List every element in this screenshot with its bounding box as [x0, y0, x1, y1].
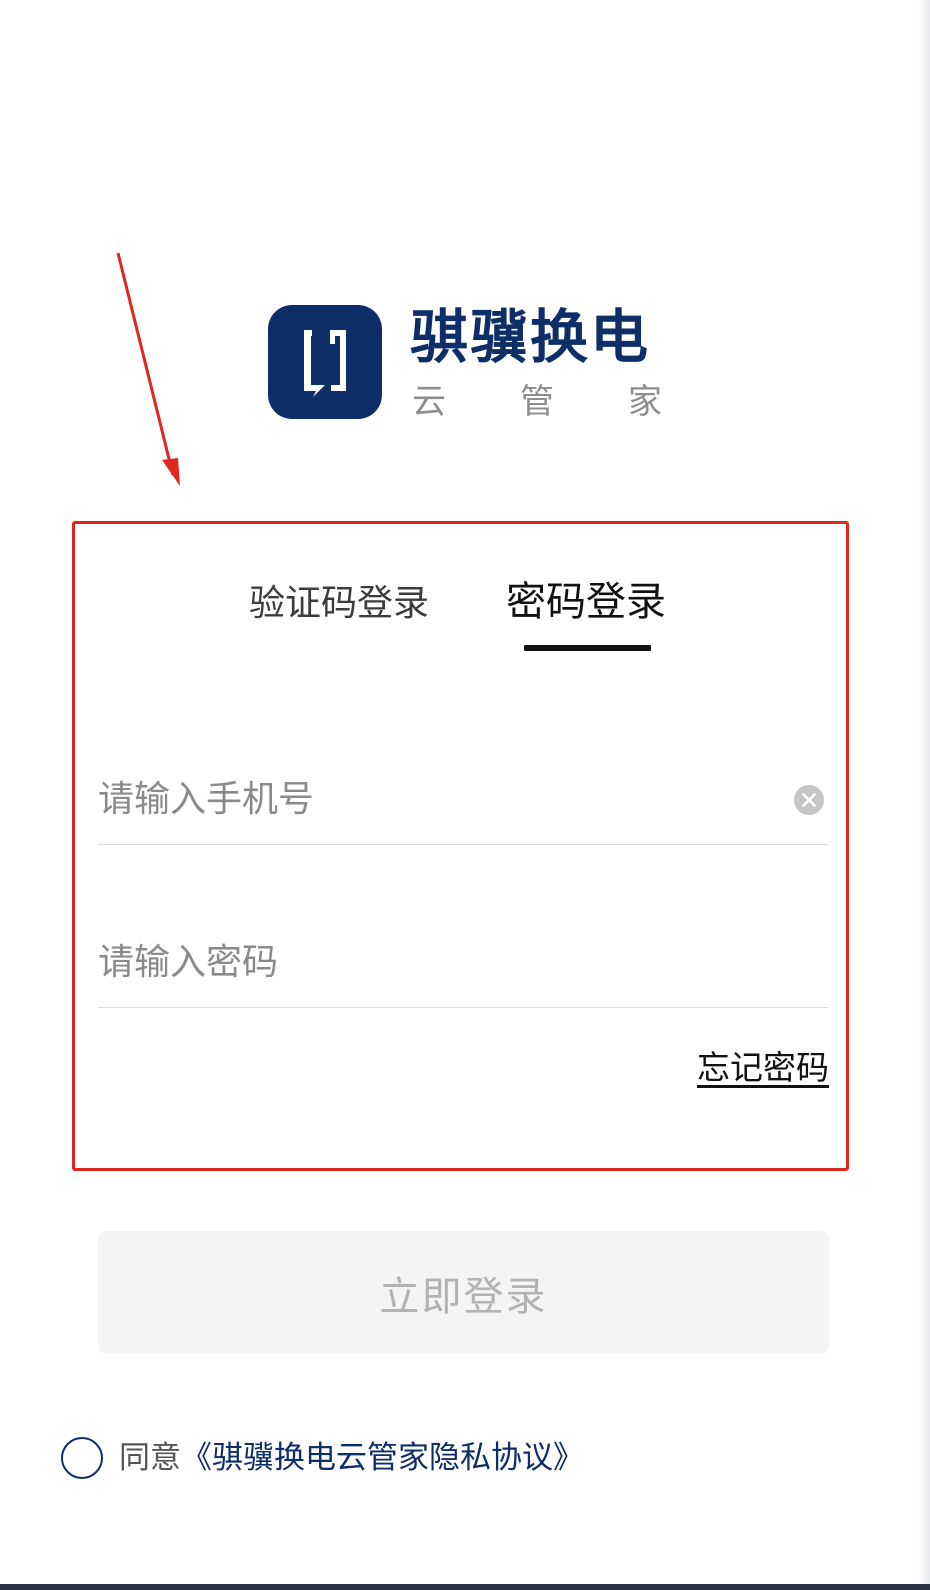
- phone-input[interactable]: [98, 755, 758, 843]
- app-logo-icon: [268, 305, 382, 419]
- password-input[interactable]: [98, 918, 758, 1006]
- forgot-password-link[interactable]: 忘记密码: [697, 1045, 829, 1091]
- login-page: 骐骥换电 云 管 家 验证码登录 密码登录 忘记密码 立即登录 同意《骐骥换电云…: [0, 0, 930, 1590]
- password-field-row: [98, 918, 829, 1008]
- window-bottom-edge: [0, 1584, 930, 1590]
- active-tab-indicator: [524, 645, 651, 651]
- agreement-text: 同意《骐骥换电云管家隐私协议》: [119, 1436, 584, 1480]
- phone-field-row: [98, 755, 829, 845]
- agreement-checkbox[interactable]: [61, 1437, 103, 1479]
- login-button[interactable]: 立即登录: [98, 1231, 829, 1354]
- tab-password-login[interactable]: 密码登录: [506, 576, 666, 628]
- agreement-prefix: 同意: [119, 1440, 181, 1476]
- window-edge: [918, 0, 930, 1590]
- close-circle-icon[interactable]: [793, 784, 825, 816]
- annotation-arrow-icon: [116, 252, 180, 486]
- brand-subtitle-char: 家: [628, 382, 662, 422]
- privacy-policy-link[interactable]: 《骐骥换电云管家隐私协议》: [181, 1440, 584, 1476]
- brand-subtitle: 云 管 家: [412, 380, 662, 424]
- brand-name: 骐骥换电: [410, 303, 651, 371]
- brand-subtitle-char: 管: [520, 382, 554, 422]
- tab-sms-login[interactable]: 验证码登录: [249, 578, 429, 630]
- brand-subtitle-char: 云: [412, 382, 446, 422]
